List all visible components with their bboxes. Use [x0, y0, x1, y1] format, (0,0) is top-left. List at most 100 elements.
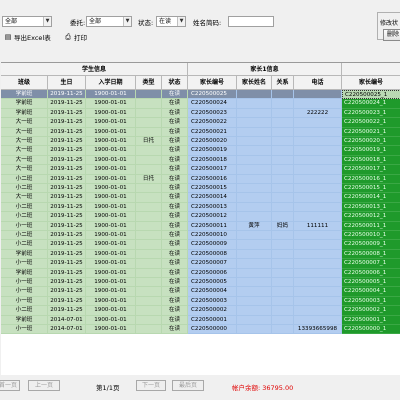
- cell-birthday[interactable]: 2019-11-25: [48, 249, 86, 260]
- cell-class[interactable]: 小二班: [1, 306, 48, 316]
- cell-parent2-id[interactable]: C220500021_1: [342, 127, 400, 137]
- cell-relation[interactable]: [272, 146, 294, 156]
- cell-class[interactable]: 大一班: [1, 155, 48, 166]
- status-select[interactable]: 在读 ▼: [156, 16, 186, 27]
- cell-birthday[interactable]: 2014-07-01: [48, 325, 86, 335]
- cell-class[interactable]: 大一班: [1, 146, 48, 156]
- cell-type[interactable]: 日托: [136, 137, 162, 147]
- cell-birthday[interactable]: 2019-11-25: [48, 137, 86, 147]
- cell-parent-id[interactable]: C220500013: [188, 202, 237, 213]
- cell-parent2-id[interactable]: C220500024_1: [342, 99, 400, 109]
- cell-birthday[interactable]: 2019-11-25: [48, 231, 86, 241]
- cell-class[interactable]: 小二班: [1, 202, 48, 213]
- export-excel-button[interactable]: ▤ 导出Excel表: [4, 32, 51, 42]
- cell-class[interactable]: 小二班: [1, 184, 48, 194]
- cell-birthday[interactable]: 2019-11-25: [48, 146, 86, 156]
- cell-enroll-date[interactable]: 1900-01-01: [86, 202, 136, 213]
- class-select[interactable]: 全部 ▼: [2, 16, 52, 27]
- cell-parent-id[interactable]: C220500018: [188, 155, 237, 166]
- cell-status[interactable]: 在读: [162, 296, 188, 307]
- cell-phone[interactable]: [294, 165, 342, 175]
- cell-birthday[interactable]: 2014-07-01: [48, 315, 86, 325]
- table-row[interactable]: 学前班 2014-07-01 1900-01-01 在读 C220500001 C2205…: [1, 315, 400, 325]
- cell-type[interactable]: [136, 306, 162, 316]
- cell-parent-id[interactable]: C220500009: [188, 240, 237, 250]
- cell-status[interactable]: 在读: [162, 146, 188, 156]
- chevron-down-icon[interactable]: ▼: [123, 17, 131, 26]
- cell-parent2-id[interactable]: C220500002_1: [342, 306, 400, 316]
- print-button[interactable]: ⎙ 打印: [64, 32, 87, 42]
- cell-type[interactable]: [136, 212, 162, 222]
- cell-enroll-date[interactable]: 1900-01-01: [86, 127, 136, 137]
- cell-parent-name[interactable]: [237, 137, 272, 147]
- last-page-button[interactable]: 最后页: [172, 380, 204, 391]
- cell-birthday[interactable]: 2019-11-25: [48, 221, 86, 231]
- col-header-enroll-date[interactable]: 入学日期: [86, 76, 136, 90]
- cell-status[interactable]: 在读: [162, 325, 188, 335]
- cell-birthday[interactable]: 2019-11-25: [48, 165, 86, 175]
- cell-birthday[interactable]: 2019-11-25: [48, 259, 86, 269]
- cell-parent2-id[interactable]: C220500025_1: [342, 90, 400, 100]
- table-row[interactable]: 小二班 2019-11-25 1900-01-01 在读 C220500002 C2205…: [1, 306, 400, 316]
- cell-phone[interactable]: [294, 155, 342, 166]
- cell-type[interactable]: [136, 127, 162, 137]
- cell-parent-name[interactable]: [237, 287, 272, 297]
- cell-birthday[interactable]: 2019-11-25: [48, 127, 86, 137]
- cell-phone[interactable]: 222222: [294, 108, 342, 119]
- cell-parent2-id[interactable]: C220500016_1: [342, 174, 400, 184]
- cell-parent2-id[interactable]: C220500003_1: [342, 296, 400, 307]
- cell-parent-id[interactable]: C220500000: [188, 325, 237, 335]
- delete-button[interactable]: 删除: [383, 29, 400, 41]
- cell-class[interactable]: 学前班: [1, 268, 48, 278]
- cell-type[interactable]: [136, 268, 162, 278]
- table-row[interactable]: 学前班 2019-11-25 1900-01-01 在读 C220500008 C2205…: [1, 249, 400, 260]
- cell-type[interactable]: [136, 325, 162, 335]
- cell-enroll-date[interactable]: 1900-01-01: [86, 249, 136, 260]
- cell-class[interactable]: 大一班: [1, 127, 48, 137]
- cell-parent-id[interactable]: C220500006: [188, 268, 237, 278]
- cell-phone[interactable]: 111111: [294, 221, 342, 231]
- cell-parent2-id[interactable]: C220500014_1: [342, 193, 400, 203]
- cell-type[interactable]: [136, 118, 162, 128]
- cell-parent-id[interactable]: C220500020: [188, 137, 237, 147]
- first-page-button[interactable]: 首一页: [0, 380, 20, 391]
- cell-enroll-date[interactable]: 1900-01-01: [86, 146, 136, 156]
- cell-birthday[interactable]: 2019-11-25: [48, 108, 86, 119]
- cell-birthday[interactable]: 2019-11-25: [48, 278, 86, 288]
- cell-class[interactable]: 学前班: [1, 249, 48, 260]
- cell-relation[interactable]: [272, 155, 294, 166]
- cell-parent-id[interactable]: C220500014: [188, 193, 237, 203]
- cell-type[interactable]: [136, 259, 162, 269]
- table-row[interactable]: 小二班 2019-11-25 1900-01-01 在读 C220500010 C2205…: [1, 231, 400, 241]
- cell-status[interactable]: 在读: [162, 108, 188, 119]
- table-row[interactable]: 小一班 2019-11-25 1900-01-01 在读 C220500005 C2205…: [1, 278, 400, 288]
- cell-parent-name[interactable]: [237, 249, 272, 260]
- cell-class[interactable]: 大一班: [1, 165, 48, 175]
- name-code-input[interactable]: [228, 16, 274, 27]
- cell-phone[interactable]: [294, 174, 342, 184]
- cell-class[interactable]: 学前班: [1, 315, 48, 325]
- cell-parent-name[interactable]: 黄萍: [237, 221, 272, 231]
- cell-parent-name[interactable]: [237, 146, 272, 156]
- cell-parent-name[interactable]: [237, 212, 272, 222]
- cell-relation[interactable]: [272, 287, 294, 297]
- col-header-birthday[interactable]: 生日: [48, 76, 86, 90]
- table-row[interactable]: 学前班 2019-11-25 1900-01-01 在读 C220500006 C2205…: [1, 268, 400, 278]
- cell-relation[interactable]: [272, 184, 294, 194]
- cell-parent-id[interactable]: C220500019: [188, 146, 237, 156]
- cell-status[interactable]: 在读: [162, 193, 188, 203]
- cell-status[interactable]: 在读: [162, 184, 188, 194]
- cell-phone[interactable]: [294, 259, 342, 269]
- cell-class[interactable]: 大一班: [1, 137, 48, 147]
- cell-status[interactable]: 在读: [162, 240, 188, 250]
- cell-parent2-id[interactable]: C220500012_1: [342, 212, 400, 222]
- cell-class[interactable]: 小二班: [1, 240, 48, 250]
- cell-status[interactable]: 在读: [162, 90, 188, 100]
- cell-relation[interactable]: [272, 249, 294, 260]
- cell-class[interactable]: 小二班: [1, 231, 48, 241]
- cell-enroll-date[interactable]: 1900-01-01: [86, 231, 136, 241]
- cell-phone[interactable]: [294, 249, 342, 260]
- cell-phone[interactable]: [294, 240, 342, 250]
- cell-parent2-id[interactable]: C220500015_1: [342, 184, 400, 194]
- cell-parent-name[interactable]: [237, 108, 272, 119]
